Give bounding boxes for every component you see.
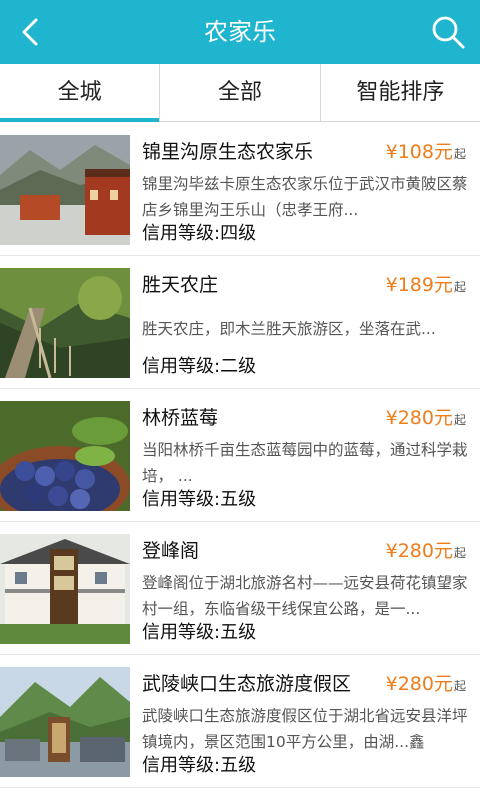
price-value: ¥280元 [385,673,453,695]
item-price: ¥280元起 [386,536,466,563]
item-rating: 信用等级:五级 [142,755,257,776]
item-price: ¥280元起 [386,669,466,696]
price-value: ¥280元 [385,540,453,562]
item-description: 登峰阁位于湖北旅游名村——远安县荷花镇望家村一组，东临省级干线保宜公路，是一..… [142,574,468,618]
tab-city[interactable]: 全城 [0,64,160,122]
item-name: 林桥蓝莓 [142,407,219,429]
price-suffix: 起 [453,147,466,161]
price-suffix: 起 [453,413,466,427]
price-value: ¥280元 [385,407,453,429]
item-rating: 信用等级:四级 [142,223,257,244]
price-value: ¥189元 [385,274,453,296]
item-description: 当阳林桥千亩生态蓝莓园中的蓝莓，通过科学栽培， ... [142,441,468,485]
top-bar: 农家乐 [0,0,480,64]
tab-category[interactable]: 全部 [159,64,319,121]
price-value: ¥108元 [385,141,453,163]
item-price: ¥189元起 [386,270,466,297]
price-suffix: 起 [453,546,466,560]
item-description: 锦里沟毕兹卡原生态农家乐位于武汉市黄陂区蔡店乡锦里沟王乐山（忠孝王府... [142,175,468,219]
page-title: 农家乐 [204,18,276,46]
item-price: ¥108元起 [386,137,466,164]
list-item[interactable]: 武陵峡口生态旅游度假区 ¥280元起 武陵峡口生态旅游度假区位于湖北省远安县洋坪… [0,655,480,788]
list-item[interactable]: 林桥蓝莓 ¥280元起 当阳林桥千亩生态蓝莓园中的蓝莓，通过科学栽培， ... … [0,389,480,522]
item-description: 武陵峡口生态旅游度假区位于湖北省远安县洋坪镇境内，景区范围10平方公里，由湖..… [142,707,468,751]
price-suffix: 起 [453,679,466,693]
list-item[interactable]: 登峰阁 ¥280元起 登峰阁位于湖北旅游名村——远安县荷花镇望家村一组，东临省级… [0,522,480,655]
item-name: 胜天农庄 [142,274,219,296]
list-item[interactable]: 胜天农庄 ¥189元起 胜天农庄，即木兰胜天旅游区，坐落在武... 信用等级:二… [0,256,480,389]
item-name: 登峰阁 [142,540,200,562]
item-rating: 信用等级:五级 [142,622,257,643]
search-icon[interactable] [428,12,468,52]
item-thumbnail [0,268,130,378]
item-thumbnail [0,401,130,511]
item-rating: 信用等级:五级 [142,489,257,510]
item-thumbnail [0,534,130,644]
item-rating: 信用等级:二级 [142,356,257,377]
farmstay-list: 锦里沟原生态农家乐 ¥108元起 锦里沟毕兹卡原生态农家乐位于武汉市黄陂区蔡店乡… [0,123,480,788]
item-name: 锦里沟原生态农家乐 [142,141,314,163]
item-thumbnail [0,667,130,777]
item-price: ¥280元起 [386,403,466,430]
item-thumbnail [0,135,130,245]
price-suffix: 起 [453,280,466,294]
list-item[interactable]: 锦里沟原生态农家乐 ¥108元起 锦里沟毕兹卡原生态农家乐位于武汉市黄陂区蔡店乡… [0,123,480,256]
tab-sort[interactable]: 智能排序 [319,64,480,121]
item-name: 武陵峡口生态旅游度假区 [142,673,352,695]
filter-tabs: 全城 全部 智能排序 [0,64,480,122]
